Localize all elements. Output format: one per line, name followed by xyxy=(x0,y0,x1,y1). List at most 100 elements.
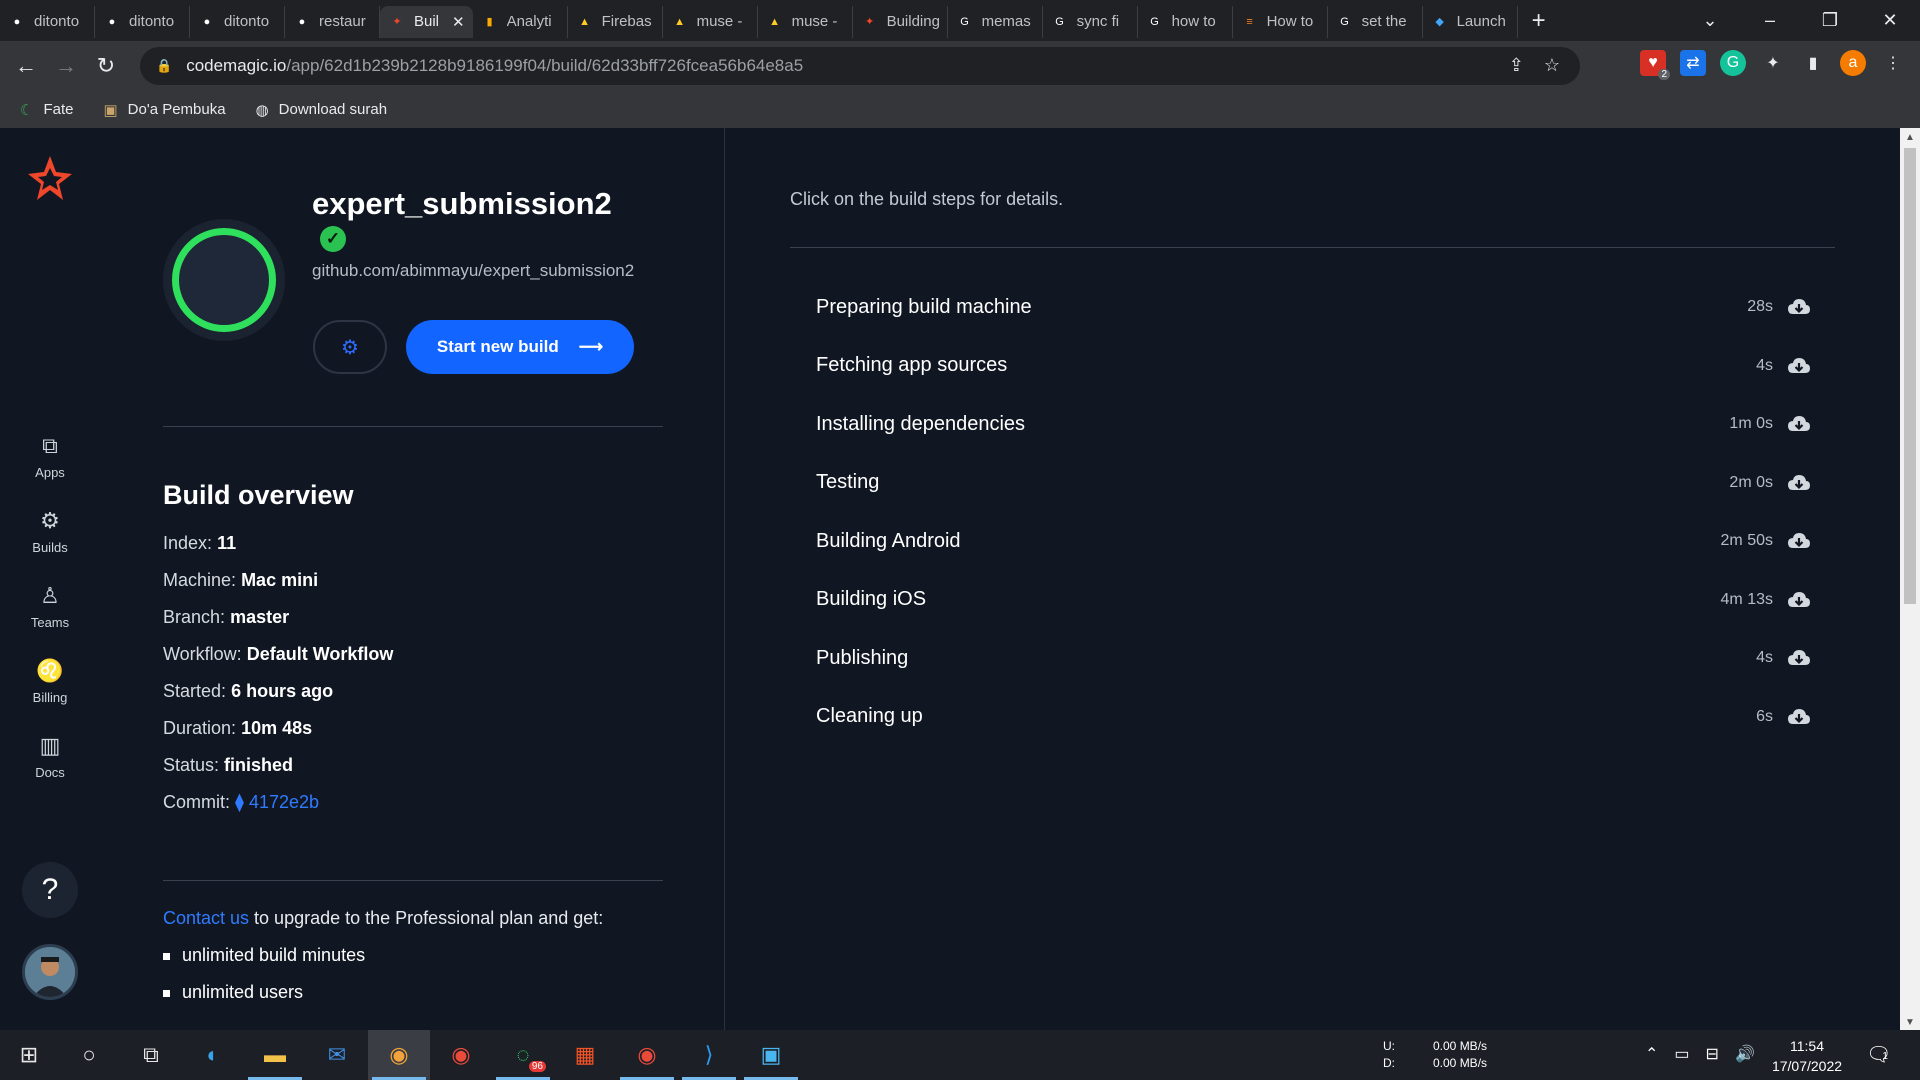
search-icon[interactable]: ○ xyxy=(58,1030,120,1080)
download-log-icon[interactable] xyxy=(1787,295,1811,319)
whatsapp-icon[interactable]: ◌ 96 xyxy=(492,1030,554,1080)
profile-avatar-icon[interactable]: a xyxy=(1840,50,1866,76)
mail-icon[interactable]: ✉ xyxy=(306,1030,368,1080)
chrome-icon[interactable]: ◉ xyxy=(430,1030,492,1080)
restore-icon[interactable]: ❐ xyxy=(1800,10,1860,31)
sidebar-item-apps[interactable]: ⧉ Apps xyxy=(0,433,100,480)
task-view-icon[interactable]: ⧉ xyxy=(120,1030,182,1080)
tab-search-icon[interactable]: ⌄ xyxy=(1680,10,1740,31)
browser-tab[interactable]: Ghow to xyxy=(1138,5,1233,38)
download-log-icon[interactable] xyxy=(1787,412,1811,436)
browser-tab[interactable]: ▲ muse - xyxy=(758,5,853,38)
sidebar-item-billing[interactable]: ♌ Billing xyxy=(0,658,100,705)
commit-link[interactable]: 4172e2b xyxy=(249,792,319,812)
browser-tab[interactable]: ▲ muse - xyxy=(663,5,758,38)
browser-tab[interactable]: Gsync fi xyxy=(1043,5,1138,38)
sidebar-item-docs[interactable]: ▥ Docs xyxy=(0,733,100,780)
tray-expand-icon[interactable]: ⌃ xyxy=(1645,1044,1658,1064)
github-icon: ● xyxy=(8,12,26,31)
chrome-profile-icon[interactable]: ◉ xyxy=(368,1030,430,1080)
bookmark-doa-pembuka[interactable]: ▣ Do'a Pembuka xyxy=(103,101,225,119)
scrollbar-thumb[interactable] xyxy=(1904,148,1916,604)
build-step[interactable]: Installing dependencies 1m 0s xyxy=(790,401,1835,447)
browser-tab[interactable]: Gset the xyxy=(1328,5,1423,38)
codemagic-logo-icon[interactable] xyxy=(26,154,74,202)
share-icon[interactable]: ⇪ xyxy=(1509,55,1524,76)
extension-translate-icon[interactable]: ⇄ xyxy=(1680,50,1706,76)
browser-tab[interactable]: ● ditonto xyxy=(190,5,285,38)
browser-tab[interactable]: ● restaur xyxy=(285,5,380,38)
build-step[interactable]: Testing 2m 0s xyxy=(790,460,1835,506)
network-icon[interactable]: ⊟ xyxy=(1706,1044,1719,1064)
build-step[interactable]: Fetching app sources 4s xyxy=(790,343,1835,389)
edge-icon[interactable]: ◐ xyxy=(182,1030,244,1080)
browser-tab[interactable]: ✦ Buil ✕ xyxy=(380,5,473,38)
browser-tab[interactable]: Gmemas xyxy=(948,5,1043,38)
browser-tab[interactable]: ✦ Building xyxy=(853,5,948,38)
build-step[interactable]: Building Android 2m 50s xyxy=(790,518,1835,564)
download-log-icon[interactable] xyxy=(1787,705,1811,729)
volume-icon[interactable]: 🔊 xyxy=(1735,1044,1755,1064)
promo-bullet: unlimited build minutes xyxy=(163,945,365,966)
bookmark-star-icon[interactable]: ☆ xyxy=(1544,55,1560,76)
taskbar-clock[interactable]: 11:54 17/07/2022 xyxy=(1762,1036,1852,1076)
browser-tab[interactable]: ▮ Analyti xyxy=(473,5,568,38)
download-label: D: xyxy=(1383,1056,1395,1070)
windows-start-icon[interactable]: ⊞ xyxy=(0,1030,58,1080)
back-icon[interactable]: ← xyxy=(6,53,46,79)
scroll-down-icon[interactable]: ▼ xyxy=(1905,1017,1915,1028)
browser-tab[interactable]: ▲ Firebas xyxy=(568,5,663,38)
new-tab-button[interactable]: + xyxy=(1532,7,1546,35)
scroll-up-icon[interactable]: ▲ xyxy=(1905,132,1915,143)
bookmark-fate[interactable]: ☾ Fate xyxy=(20,101,73,119)
download-log-icon[interactable] xyxy=(1787,529,1811,553)
download-log-icon[interactable] xyxy=(1787,588,1811,612)
extensions-puzzle-icon[interactable]: ✦ xyxy=(1760,50,1786,76)
github-icon: ● xyxy=(293,12,311,31)
bookmark-download-surah[interactable]: ◍ Download surah xyxy=(256,101,388,119)
overview-started: Started: 6 hours ago xyxy=(163,681,333,702)
build-step[interactable]: Preparing build machine 28s xyxy=(790,284,1835,330)
clock-date: 17/07/2022 xyxy=(1771,1058,1843,1074)
address-url[interactable]: codemagic.io/app/62d1b239b2128b9186199f0… xyxy=(186,56,803,76)
forward-icon[interactable]: → xyxy=(46,53,86,79)
app-settings-button[interactable]: ⚙ xyxy=(313,320,387,374)
sidebar-item-teams[interactable]: ♙ Teams xyxy=(0,583,100,630)
user-avatar[interactable] xyxy=(22,944,78,1000)
remote-app-icon[interactable]: ▣ xyxy=(740,1030,802,1080)
browser-tab[interactable]: ● ditonto xyxy=(95,5,190,38)
contact-us-link[interactable]: Contact us xyxy=(163,908,249,928)
download-log-icon[interactable] xyxy=(1787,646,1811,670)
build-step[interactable]: Cleaning up 6s xyxy=(790,694,1835,740)
sidebar-item-builds[interactable]: ⚙ Builds xyxy=(0,508,100,555)
browser-tab[interactable]: ● ditonto xyxy=(0,5,95,38)
file-explorer-icon[interactable]: ▬ xyxy=(244,1030,306,1080)
notification-center-icon[interactable]: 🗨1 xyxy=(1866,1042,1897,1067)
help-button[interactable]: ? xyxy=(22,862,78,918)
browser-tab[interactable]: ◆ Launch xyxy=(1423,5,1518,38)
vscode-icon[interactable]: ⟩ xyxy=(678,1030,740,1080)
vertical-scrollbar[interactable]: ▲ ▼ xyxy=(1900,128,1920,1030)
close-window-icon[interactable]: ✕ xyxy=(1860,10,1920,31)
address-bar[interactable]: 🔒 codemagic.io/app/62d1b239b2128b9186199… xyxy=(140,47,1580,85)
overview-label: Index: xyxy=(163,533,213,553)
grammarly-icon[interactable]: G xyxy=(1720,50,1746,76)
download-log-icon[interactable] xyxy=(1787,471,1811,495)
repo-link[interactable]: github.com/abimmayu/expert_submission2 xyxy=(312,262,662,279)
start-new-build-button[interactable]: Start new build ⟶ xyxy=(406,320,634,374)
app-status-ring xyxy=(163,219,285,341)
reload-icon[interactable]: ↻ xyxy=(86,53,126,79)
download-log-icon[interactable] xyxy=(1787,354,1811,378)
store-icon[interactable]: ▦ xyxy=(554,1030,616,1080)
side-panel-icon[interactable]: ▮ xyxy=(1800,50,1826,76)
extension-red-icon[interactable]: ♥ 2 xyxy=(1640,50,1670,80)
browser-tab[interactable]: ≡ How to xyxy=(1233,5,1328,38)
battery-icon[interactable]: ▭ xyxy=(1674,1044,1689,1064)
overview-workflow: Workflow: Default Workflow xyxy=(163,644,393,665)
chrome-secondary-icon[interactable]: ◉ xyxy=(616,1030,678,1080)
minimize-icon[interactable]: – xyxy=(1740,10,1800,31)
browser-menu-icon[interactable]: ⋮ xyxy=(1880,50,1906,76)
build-step[interactable]: Building iOS 4m 13s xyxy=(790,577,1835,623)
build-step[interactable]: Publishing 4s xyxy=(790,635,1835,681)
close-tab-icon[interactable]: ✕ xyxy=(452,13,465,31)
